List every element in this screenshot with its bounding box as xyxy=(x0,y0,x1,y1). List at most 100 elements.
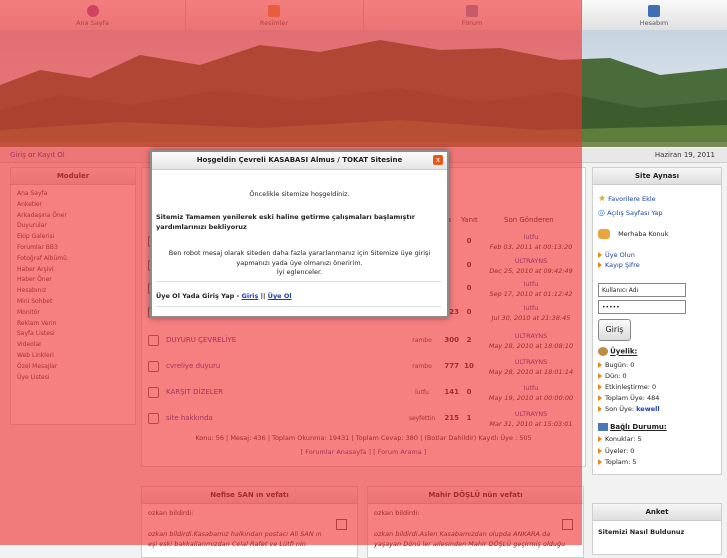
poll-panel: Anket Sitemizi Nasıl Buldunuz xyxy=(592,503,722,555)
pictures-icon xyxy=(268,5,280,17)
nav-account[interactable]: Hesabım xyxy=(581,0,727,30)
news-left-title[interactable]: Nefise SAN ın vefatı xyxy=(142,487,357,504)
last-post-date: May 28, 2010 at 18:08:10 xyxy=(488,342,574,350)
module-item[interactable]: Haber Öner xyxy=(17,275,135,286)
dialog-line-1: Öncelikle sitemize hoşgeldiniz. xyxy=(249,190,350,198)
lost-password-label[interactable]: Kayıp Şifre xyxy=(605,261,640,269)
arrow-icon xyxy=(598,252,602,258)
arrow-icon xyxy=(598,262,602,268)
nav-forum[interactable]: Forum xyxy=(363,0,582,30)
login-button[interactable]: Giriş xyxy=(598,319,631,341)
arrow-icon xyxy=(598,384,602,390)
module-item[interactable]: Hesabınız xyxy=(17,286,135,297)
nav-account-label: Hesabım xyxy=(639,19,669,27)
stat-last-member: Son Üye: kewell xyxy=(598,405,660,413)
stat-today-text: Bugün: 0 xyxy=(605,361,635,369)
topic-replies: 0 xyxy=(466,237,472,245)
topic-icon xyxy=(148,361,159,372)
nav-pictures[interactable]: Resimler xyxy=(185,0,364,30)
topic-title[interactable]: site hakkında xyxy=(166,414,213,422)
topic-icon xyxy=(148,413,159,424)
dialog-footer: Üye Ol Yada Giriş Yap - Giriş || Üye Ol xyxy=(156,292,292,300)
last-poster-link[interactable]: ULTRAYNS xyxy=(515,257,548,265)
module-item[interactable]: Haber Arşivi xyxy=(17,265,135,276)
online-label: Bağlı Durumu: xyxy=(610,423,667,431)
arrow-icon xyxy=(598,436,602,442)
password-input[interactable]: ••••• xyxy=(598,300,686,314)
stat-guests-text: Konuklar: 5 xyxy=(605,435,642,443)
close-icon[interactable]: x xyxy=(433,155,443,165)
module-item[interactable]: Arkadaşına Öner xyxy=(17,211,135,222)
topic-title[interactable]: cvreliye duyuru xyxy=(166,362,220,370)
topic-title[interactable]: KARŞIT DİZELER xyxy=(166,388,223,396)
last-poster-link[interactable]: ULTRAYNS xyxy=(515,358,548,366)
col-last-poster: Son Gönderen xyxy=(504,216,554,224)
arrow-icon xyxy=(598,448,602,454)
favorites-link[interactable]: ★ Favorilere Ekle xyxy=(598,194,656,204)
last-poster-link[interactable]: ULTRAYNS xyxy=(515,332,548,340)
last-poster-link[interactable]: ULTRAYNS xyxy=(515,410,548,418)
arrow-icon xyxy=(598,362,602,368)
register-link[interactable]: Kayıt Ol xyxy=(37,151,64,159)
stat-yesterday: Dün: 0 xyxy=(598,372,627,380)
or-text: or xyxy=(28,151,36,159)
module-item[interactable]: Ana Sayfa xyxy=(17,189,135,200)
welcome-dialog: Hoşgeldin Çevreli KASABASI Almus / TOKAT… xyxy=(150,150,449,318)
dialog-register-link[interactable]: Üye Ol xyxy=(268,292,292,300)
dialog-login-link[interactable]: Giriş xyxy=(242,292,259,300)
topic-last-post: lutfu May 19, 2010 at 00:00:00 xyxy=(477,383,585,403)
module-item[interactable]: Videolar xyxy=(17,340,135,351)
stat-sum: Toplam: 5 xyxy=(598,458,636,466)
topic-last-post: ULTRAYNS Dec 25, 2010 at 09:42:49 xyxy=(477,256,585,276)
module-item[interactable]: Monitör xyxy=(17,308,135,319)
module-item[interactable]: Özel Mesajlar xyxy=(17,362,135,373)
module-item[interactable]: Forumlar BB3 xyxy=(17,243,135,254)
home-icon xyxy=(86,5,99,17)
col-replies: Yanıt xyxy=(461,216,478,224)
module-item[interactable]: Üye Listesi xyxy=(17,373,135,384)
last-member-link[interactable]: kewell xyxy=(636,405,659,413)
last-poster-link[interactable]: lutfu xyxy=(524,233,539,241)
username-input[interactable]: Kullanıcı Adı xyxy=(598,283,686,297)
stat-yesterday-text: Dün: 0 xyxy=(605,372,627,380)
favorites-label[interactable]: Favorilere Ekle xyxy=(608,195,656,203)
stat-active: Etkinleştirme: 0 xyxy=(598,383,656,391)
members-icon xyxy=(598,347,608,356)
lost-password-link[interactable]: Kayıp Şifre xyxy=(598,261,640,269)
news-mid-title[interactable]: Mahir DÖŞLÜ nün vefatı xyxy=(368,487,583,504)
module-item[interactable]: Ekip Galerisi xyxy=(17,232,135,243)
forum-row: cvreliye duyuru rambo 777 10 ULTRAYNS May 28,… xyxy=(142,357,585,378)
module-item[interactable]: Sayfa Listesi xyxy=(17,329,135,340)
homepage-label[interactable]: Açılış Sayfası Yap xyxy=(607,209,662,217)
last-poster-link[interactable]: lutfu xyxy=(524,384,539,392)
topic-views: 300 xyxy=(444,336,459,344)
module-item[interactable]: Fotoğraf Albümü xyxy=(17,254,135,265)
online-icon xyxy=(598,423,608,431)
topic-last-post: ULTRAYNS May 28, 2010 at 18:01:14 xyxy=(477,357,585,377)
arrow-icon xyxy=(598,395,602,401)
topic-title[interactable]: DUYURU ÇEVRELİYE xyxy=(166,336,236,344)
dialog-divider xyxy=(156,306,441,307)
join-label[interactable]: Üye Olun xyxy=(605,251,635,259)
module-item[interactable]: Anketler xyxy=(17,200,135,211)
forum-row: DUYURU ÇEVRELİYE rambo 300 2 ULTRAYNS May 28,… xyxy=(142,331,585,352)
nav-home[interactable]: Ana Sayfa xyxy=(0,0,186,30)
topic-replies: 10 xyxy=(464,362,474,370)
print-icon[interactable] xyxy=(336,519,347,530)
last-poster-link[interactable]: lutfu xyxy=(524,304,539,312)
login-link[interactable]: Giriş xyxy=(10,151,26,159)
nav-pictures-label: Resimler xyxy=(259,19,289,27)
topic-last-post: lutfu Feb 03, 2011 at 00:13:20 xyxy=(477,232,585,252)
stat-members: Üyeler: 0 xyxy=(598,447,634,455)
module-item[interactable]: Duyurular xyxy=(17,221,135,232)
last-poster-link[interactable]: lutfu xyxy=(524,280,539,288)
news-left-by: ozkan bildirdi: xyxy=(148,509,194,517)
stat-sum-text: Toplam: 5 xyxy=(605,458,637,466)
homepage-link[interactable]: ◎ Açılış Sayfası Yap xyxy=(598,208,663,217)
join-link[interactable]: Üye Olun xyxy=(598,251,635,259)
module-item[interactable]: Mini Sohbet xyxy=(17,297,135,308)
module-item[interactable]: Web Linkleri xyxy=(17,351,135,362)
forum-links[interactable]: [ Forumlar Anasayfa ] [ Forum Arama ] xyxy=(142,448,585,456)
nav-forum-label: Forum xyxy=(461,19,483,27)
module-item[interactable]: Reklam Verin xyxy=(17,319,135,330)
